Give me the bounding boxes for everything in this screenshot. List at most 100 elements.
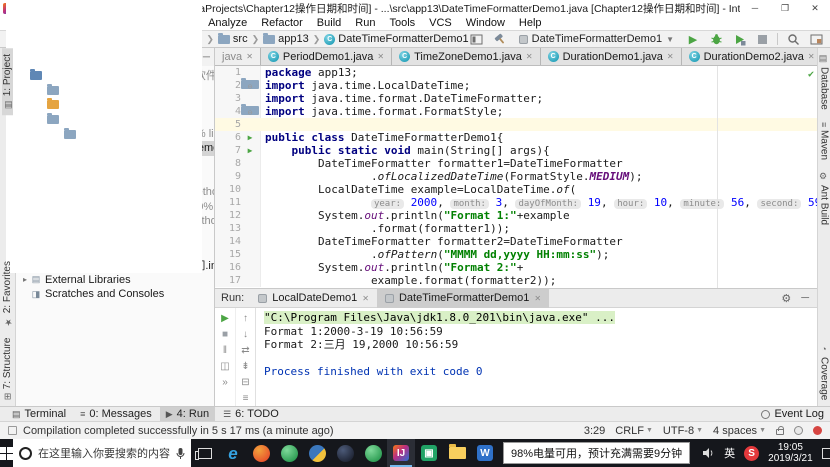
- clear-icon[interactable]: ≡: [236, 390, 255, 406]
- stripe-tab-2-favorites[interactable]: ★ 2: Favorites: [2, 255, 13, 332]
- task-view-taskbar-button[interactable]: [191, 439, 219, 467]
- run-settings-gear-icon[interactable]: ⚙: [781, 292, 791, 305]
- tree-item-scratches-and-consoles[interactable]: ◨ Scratches and Consoles: [16, 287, 214, 302]
- fold-icon[interactable]: ⊖: [241, 104, 259, 117]
- inspection-ok-icon[interactable]: ✔: [808, 68, 814, 81]
- close-button[interactable]: [800, 0, 830, 16]
- fatal-error-icon[interactable]: [813, 426, 822, 435]
- soft-wrap-icon[interactable]: ⇄: [236, 342, 255, 358]
- code-line[interactable]: 8 DateTimeFormatter formatter1=DateTimeF…: [215, 157, 817, 170]
- stripe-tab-coverage[interactable]: ◔ Coverage: [819, 338, 830, 406]
- breadcrumb-src[interactable]: src: [217, 33, 248, 45]
- stop-icon[interactable]: ■: [215, 326, 235, 342]
- code-line[interactable]: 3 import java.time.format.DateTimeFormatt…: [215, 92, 817, 105]
- rerun-icon[interactable]: ▶: [215, 310, 235, 326]
- editor-tab-timezonedemo1-java[interactable]: C TimeZoneDemo1.java ✕: [392, 48, 541, 65]
- run-hide-icon[interactable]: ─: [801, 292, 809, 305]
- maximize-button[interactable]: [770, 0, 800, 16]
- code-line[interactable]: 1 package app13;: [215, 66, 817, 79]
- close-tab-icon[interactable]: ✕: [808, 52, 815, 61]
- encoding-select[interactable]: UTF-8 ▼: [663, 425, 703, 437]
- microphone-icon[interactable]: [176, 447, 185, 460]
- stop-button[interactable]: [754, 31, 770, 47]
- code-line[interactable]: 13 .format(formatter1));: [215, 222, 817, 235]
- close-tab-icon[interactable]: ✕: [246, 52, 253, 61]
- lock-icon[interactable]: [776, 426, 784, 435]
- stripe-tab-database[interactable]: ▤ Database: [819, 48, 830, 116]
- down-stack-icon[interactable]: ↓: [236, 326, 255, 342]
- scroll-end-icon[interactable]: ⇟: [236, 358, 255, 374]
- tool-windows-grid-icon[interactable]: [808, 31, 824, 47]
- editor-tab-perioddemo1-java[interactable]: C PeriodDemo1.java ✕: [260, 48, 393, 65]
- taskbar-search-box[interactable]: 在这里输入你要搜索的内容: [13, 439, 191, 467]
- hide-panel-icon[interactable]: ─: [203, 52, 210, 63]
- minimize-button[interactable]: [740, 0, 770, 16]
- editor-tab-durationdemo2-java[interactable]: C DurationDemo2.java ✕: [681, 48, 817, 65]
- ime-indicator[interactable]: 英: [724, 445, 735, 461]
- breadcrumb-app13[interactable]: app13: [263, 33, 309, 45]
- code-line[interactable]: 5: [215, 118, 817, 131]
- code-line[interactable]: 17 example.format(formatter2));: [215, 274, 817, 287]
- console-command[interactable]: "C:\Program Files\Java\jdk1.8.0_201\bin\…: [264, 311, 615, 324]
- search-everywhere-icon[interactable]: [785, 31, 801, 47]
- code-line[interactable]: 7 ▶ public static void main(String[] args…: [215, 144, 817, 157]
- dark-sphere-taskbar-button[interactable]: [331, 439, 359, 467]
- menu-help[interactable]: Help: [519, 17, 542, 29]
- indent-select[interactable]: 4 spaces ▼: [713, 425, 766, 437]
- stripe-tab-1-project[interactable]: ▤ 1: Project: [2, 48, 13, 116]
- code-line[interactable]: 9 .ofLocalizedDateTime(FormatStyle.MEDIU…: [215, 170, 817, 183]
- close-tab-icon[interactable]: ✕: [667, 52, 674, 61]
- pause-output-icon[interactable]: ‖: [215, 342, 235, 358]
- file-explorer-taskbar-button[interactable]: [443, 439, 471, 467]
- toolwindow-0-messages[interactable]: ≡ 0: Messages: [74, 407, 158, 422]
- run-with-coverage-button[interactable]: [731, 31, 747, 47]
- toolwindow-6-todo[interactable]: ☰ 6: TODO: [217, 407, 285, 422]
- close-tab-icon[interactable]: ✕: [534, 294, 541, 303]
- matlab-taskbar-button[interactable]: [247, 439, 275, 467]
- green-sphere-taskbar-button[interactable]: [275, 439, 303, 467]
- toolwindow-terminal[interactable]: ▤ Terminal: [6, 407, 72, 422]
- sogou-icon[interactable]: S: [744, 445, 760, 461]
- edge-taskbar-button[interactable]: e: [219, 439, 247, 467]
- stripe-tab-maven[interactable]: ≡ Maven: [819, 116, 830, 166]
- intellij-idea-taskbar-button[interactable]: IJ: [387, 439, 415, 467]
- close-tab-icon[interactable]: ✕: [377, 52, 384, 61]
- code-line[interactable]: 2 ⊖ import java.time.LocalDateTime;: [215, 78, 817, 92]
- green-sphere2-taskbar-button[interactable]: [359, 439, 387, 467]
- close-tab-icon[interactable]: ✕: [526, 52, 533, 61]
- run-tab-localdatedemo1[interactable]: LocalDateDemo1 ✕: [250, 289, 377, 308]
- stripe-tab-ant-build[interactable]: ⚙ Ant Build: [819, 166, 830, 231]
- fold-icon[interactable]: ⊖: [241, 78, 259, 91]
- code-line[interactable]: 15 .ofPattern("MMMM dd,yyyy HH:mm:ss");: [215, 248, 817, 261]
- code-line[interactable]: 10 LocalDateTime example=LocalDateTime.o…: [215, 183, 817, 196]
- highlighting-level-icon[interactable]: [794, 426, 803, 435]
- print-icon[interactable]: ⊟: [236, 374, 255, 390]
- code-line[interactable]: 4 ⊖ import java.time.format.FormatStyle;: [215, 104, 817, 118]
- tool-window-icon[interactable]: [469, 31, 485, 47]
- status-message[interactable]: Compilation completed successfully in 5 …: [23, 425, 334, 437]
- wps-taskbar-button[interactable]: W: [471, 439, 499, 467]
- dump-threads-icon[interactable]: ◫: [215, 358, 235, 374]
- notification-center-icon[interactable]: [821, 447, 830, 459]
- breadcrumb-class[interactable]: C DateTimeFormatterDemo1: [324, 33, 469, 45]
- run-tab-datetimeformatterdemo1[interactable]: DateTimeFormatterDemo1 ✕: [376, 288, 550, 308]
- code-line[interactable]: 6 ▶ public class DateTimeFormatterDemo1{: [215, 131, 817, 144]
- stripe-tab-7-structure[interactable]: ⊞ 7: Structure: [2, 332, 13, 406]
- taskbar-clock[interactable]: 19:05 2019/3/21: [768, 442, 813, 464]
- tree-chevron-icon[interactable]: ▸: [20, 275, 30, 284]
- code-line[interactable]: 16 System.out.println("Format 2:"+: [215, 261, 817, 274]
- close-tab-icon[interactable]: ✕: [362, 294, 369, 303]
- green-app-taskbar-button[interactable]: ▣: [415, 439, 443, 467]
- line-ending-select[interactable]: CRLF ▼: [615, 425, 653, 437]
- run-line-icon[interactable]: ▶: [241, 131, 259, 144]
- event-log-button[interactable]: Event Log: [774, 408, 824, 420]
- up-stack-icon[interactable]: ↑: [236, 310, 255, 326]
- blue-folder-app-taskbar-button[interactable]: [303, 439, 331, 467]
- code-line[interactable]: 14 DateTimeFormatter formatter2=DateTime…: [215, 235, 817, 248]
- run-line-icon[interactable]: ▶: [241, 144, 259, 157]
- skip-icon[interactable]: »: [215, 374, 235, 390]
- debug-button[interactable]: [708, 31, 724, 47]
- editor-tab-durationdemo1-java[interactable]: C DurationDemo1.java ✕: [540, 48, 682, 65]
- toolwindow-4-run[interactable]: ▶ 4: Run: [159, 406, 216, 422]
- run-button[interactable]: ▶: [685, 31, 701, 47]
